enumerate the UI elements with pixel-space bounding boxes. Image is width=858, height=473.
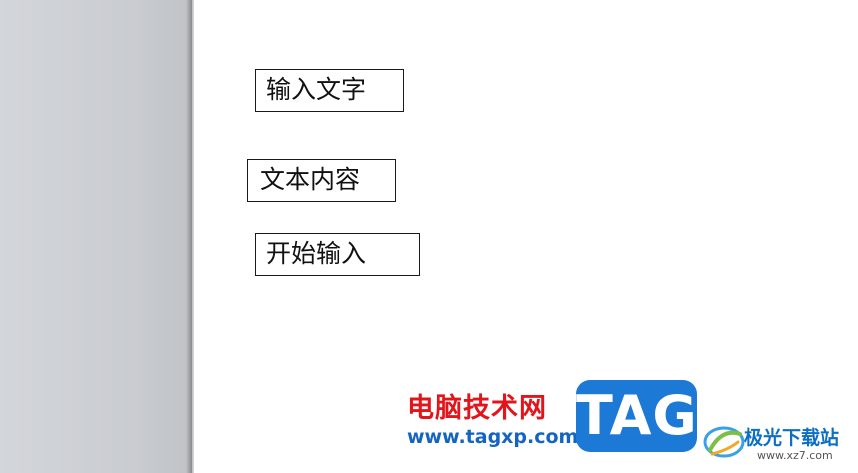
watermark-secondary-url: www.xz7.com: [757, 449, 833, 462]
tag-logo: TAG: [576, 380, 697, 452]
text-box-1[interactable]: 输入文字: [255, 69, 404, 112]
watermark-secondary-name: 极光下载站: [744, 427, 840, 449]
watermark-site-url: www.tagxp.com: [407, 426, 579, 448]
text-box-3[interactable]: 开始输入: [255, 233, 420, 276]
aurora-swirl-icon: [703, 426, 745, 458]
slide-thumbnail-pane[interactable]: [0, 0, 192, 473]
text-box-2[interactable]: 文本内容: [247, 159, 396, 202]
watermark-site-name: 电脑技术网: [407, 393, 547, 424]
